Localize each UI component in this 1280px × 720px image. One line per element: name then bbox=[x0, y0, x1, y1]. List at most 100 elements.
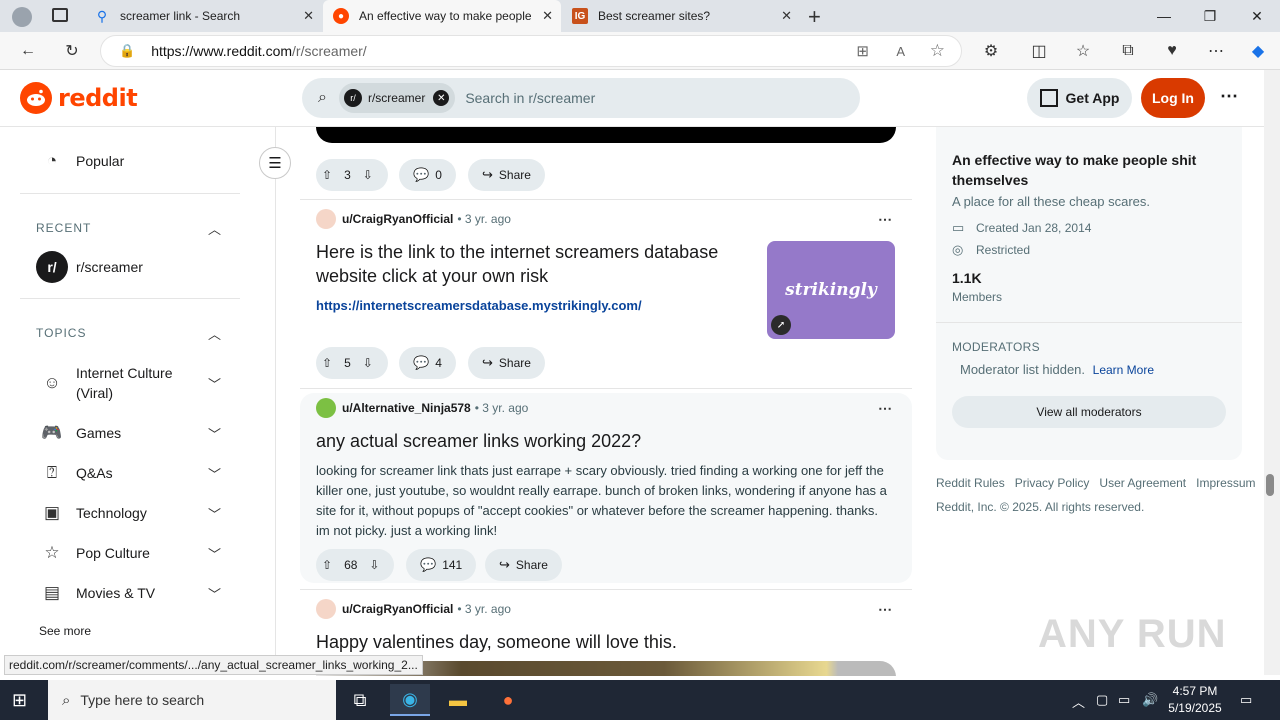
copilot-icon[interactable]: ◆ bbox=[1244, 38, 1272, 64]
reddit-logo[interactable]: reddit bbox=[20, 82, 138, 114]
upvote-icon[interactable]: ⇧ bbox=[322, 356, 332, 370]
scrollbar-thumb[interactable] bbox=[1266, 474, 1274, 496]
chevron-down-icon[interactable]: ﹀ bbox=[208, 544, 221, 563]
minimize-button[interactable]: — bbox=[1141, 0, 1187, 32]
apps-icon[interactable]: ⊞ bbox=[856, 42, 869, 60]
taskbar-clock[interactable]: 4:57 PM 5/19/2025 bbox=[1160, 683, 1230, 717]
user-avatar[interactable] bbox=[316, 599, 336, 619]
tray-chevron-icon[interactable]: ︿ bbox=[1072, 692, 1085, 711]
device-icon[interactable]: ▢ bbox=[1096, 692, 1108, 708]
sidebar-item-r-screamer[interactable]: r/ r/screamer bbox=[36, 251, 143, 283]
close-icon[interactable]: ✕ bbox=[542, 8, 553, 24]
more-options-icon[interactable]: ⋯ bbox=[1220, 86, 1238, 107]
split-screen-icon[interactable]: ◫ bbox=[1025, 38, 1053, 64]
comments-button[interactable]: 💬 141 bbox=[406, 549, 477, 581]
close-window-button[interactable]: ✕ bbox=[1234, 0, 1280, 32]
footer-link-agreement[interactable]: User Agreement bbox=[1099, 476, 1186, 490]
sidebar-item-technology[interactable]: ▣ Technology bbox=[40, 503, 147, 523]
favorites-icon[interactable]: ☆ bbox=[1069, 38, 1097, 64]
close-icon[interactable]: ✕ bbox=[781, 8, 792, 24]
volume-icon[interactable]: 🔊 bbox=[1142, 692, 1158, 708]
clear-chip-icon[interactable]: ✕ bbox=[433, 90, 450, 106]
network-icon[interactable]: ▭ bbox=[1118, 692, 1130, 708]
notifications-icon[interactable]: ▭ bbox=[1240, 692, 1252, 708]
chevron-down-icon[interactable]: ﹀ bbox=[208, 584, 221, 603]
sidebar-item-movies-tv[interactable]: ▤ Movies & TV bbox=[40, 583, 155, 603]
collapse-sidebar-button[interactable]: ☰ bbox=[259, 147, 291, 179]
footer-link-impressum[interactable]: Impressum bbox=[1196, 476, 1255, 490]
post-media[interactable] bbox=[316, 127, 896, 143]
sidebar-item-internet-culture[interactable]: ☺ Internet Culture (Viral) bbox=[40, 363, 186, 403]
sidebar-item-qas[interactable]: ⍰ Q&As bbox=[40, 463, 113, 483]
task-view-icon[interactable]: ⧉ bbox=[340, 684, 380, 716]
downvote-icon[interactable]: ⇩ bbox=[363, 168, 373, 182]
profile-icon[interactable] bbox=[12, 7, 32, 27]
post-title[interactable]: Happy valentines day, someone will love … bbox=[316, 630, 876, 654]
search-bar[interactable]: ⌕ r/ r/screamer ✕ Search in r/screamer bbox=[302, 78, 860, 118]
footer-link-rules[interactable]: Reddit Rules bbox=[936, 476, 1005, 490]
footer-link-privacy[interactable]: Privacy Policy bbox=[1015, 476, 1090, 490]
read-aloud-icon[interactable]: A bbox=[896, 44, 905, 59]
edge-icon[interactable]: ◉ bbox=[390, 684, 430, 716]
user-avatar[interactable] bbox=[316, 209, 336, 229]
qr-code-icon bbox=[1039, 89, 1058, 107]
chevron-down-icon[interactable]: ﹀ bbox=[208, 464, 221, 483]
file-explorer-icon[interactable]: ▬ bbox=[438, 684, 478, 716]
post-title[interactable]: any actual screamer links working 2022? bbox=[316, 429, 876, 453]
post-author[interactable]: u/CraigRyanOfficial bbox=[342, 212, 453, 226]
share-button[interactable]: ↪ Share bbox=[468, 159, 545, 191]
windows-start-icon[interactable]: ⊞ bbox=[12, 690, 27, 711]
new-tab-button[interactable]: + bbox=[808, 4, 821, 30]
address-bar[interactable]: 🔒 https://www.reddit.com/r/screamer/ ⊞ A… bbox=[100, 35, 962, 67]
firefox-icon[interactable]: ● bbox=[488, 684, 528, 716]
see-more-link[interactable]: See more bbox=[39, 624, 91, 638]
downvote-icon[interactable]: ⇩ bbox=[369, 558, 379, 572]
sidebar-item-games[interactable]: 🎮 Games bbox=[40, 423, 121, 443]
page-scrollbar[interactable] bbox=[1264, 70, 1280, 675]
tab-best-screamer[interactable]: IG Best screamer sites? ✕ bbox=[562, 0, 800, 32]
performance-icon[interactable]: ♥ bbox=[1158, 38, 1186, 64]
user-avatar[interactable] bbox=[316, 398, 336, 418]
upvote-icon[interactable]: ⇧ bbox=[322, 558, 332, 572]
members-label: Members bbox=[952, 290, 1003, 304]
post-title[interactable]: Here is the link to the internet screame… bbox=[316, 240, 746, 288]
post-options-icon[interactable]: ⋯ bbox=[878, 400, 892, 417]
collections-icon[interactable]: ⧉ bbox=[1114, 38, 1142, 64]
post-options-icon[interactable]: ⋯ bbox=[878, 211, 892, 228]
chevron-up-icon[interactable]: ︿ bbox=[208, 324, 221, 343]
chevron-down-icon[interactable]: ﹀ bbox=[208, 504, 221, 523]
comments-button[interactable]: 💬 0 bbox=[399, 159, 456, 191]
post-author[interactable]: u/Alternative_Ninja578 bbox=[342, 401, 471, 415]
sidebar-item-popular[interactable]: ◔ Popular bbox=[40, 151, 124, 171]
restore-button[interactable]: ❐ bbox=[1187, 0, 1233, 32]
login-button[interactable]: Log In bbox=[1141, 78, 1205, 118]
post-link[interactable]: https://internetscreamersdatabase.mystri… bbox=[316, 298, 642, 313]
chevron-down-icon[interactable]: ﹀ bbox=[208, 374, 221, 393]
downvote-icon[interactable]: ⇩ bbox=[363, 356, 373, 370]
favorite-star-icon[interactable]: ☆ bbox=[930, 41, 945, 61]
tab-actions-icon[interactable] bbox=[52, 8, 68, 22]
post-options-icon[interactable]: ⋯ bbox=[878, 601, 892, 618]
get-app-button[interactable]: Get App bbox=[1027, 78, 1132, 118]
extensions-icon[interactable]: ⚙ bbox=[977, 38, 1005, 64]
share-button[interactable]: ↪ Share bbox=[468, 347, 545, 379]
chevron-down-icon[interactable]: ﹀ bbox=[208, 424, 221, 443]
chevron-up-icon[interactable]: ︿ bbox=[208, 219, 221, 238]
view-all-moderators-button[interactable]: View all moderators bbox=[952, 396, 1226, 428]
close-icon[interactable]: ✕ bbox=[303, 8, 314, 24]
back-button[interactable]: ← bbox=[14, 38, 42, 64]
sidebar-item-pop-culture[interactable]: ☆ Pop Culture bbox=[40, 543, 150, 563]
taskbar-search[interactable]: ⌕ Type here to search bbox=[48, 680, 336, 720]
link-thumbnail[interactable]: strikingly ↗ bbox=[767, 241, 895, 339]
learn-more-link[interactable]: Learn More bbox=[1093, 363, 1154, 377]
comments-button[interactable]: 💬 4 bbox=[399, 347, 456, 379]
tab-search[interactable]: ⚲ screamer link - Search ✕ bbox=[84, 0, 322, 32]
share-button[interactable]: ↪ Share bbox=[485, 549, 562, 581]
subreddit-search-chip[interactable]: r/ r/screamer ✕ bbox=[338, 83, 456, 113]
post-author[interactable]: u/CraigRyanOfficial bbox=[342, 602, 453, 616]
upvote-icon[interactable]: ⇧ bbox=[322, 168, 332, 182]
settings-more-icon[interactable]: ⋯ bbox=[1202, 38, 1230, 64]
search-input[interactable]: Search in r/screamer bbox=[465, 90, 595, 106]
tab-reddit-active[interactable]: ● An effective way to make people ✕ bbox=[323, 0, 561, 32]
refresh-button[interactable]: ↻ bbox=[58, 38, 86, 64]
